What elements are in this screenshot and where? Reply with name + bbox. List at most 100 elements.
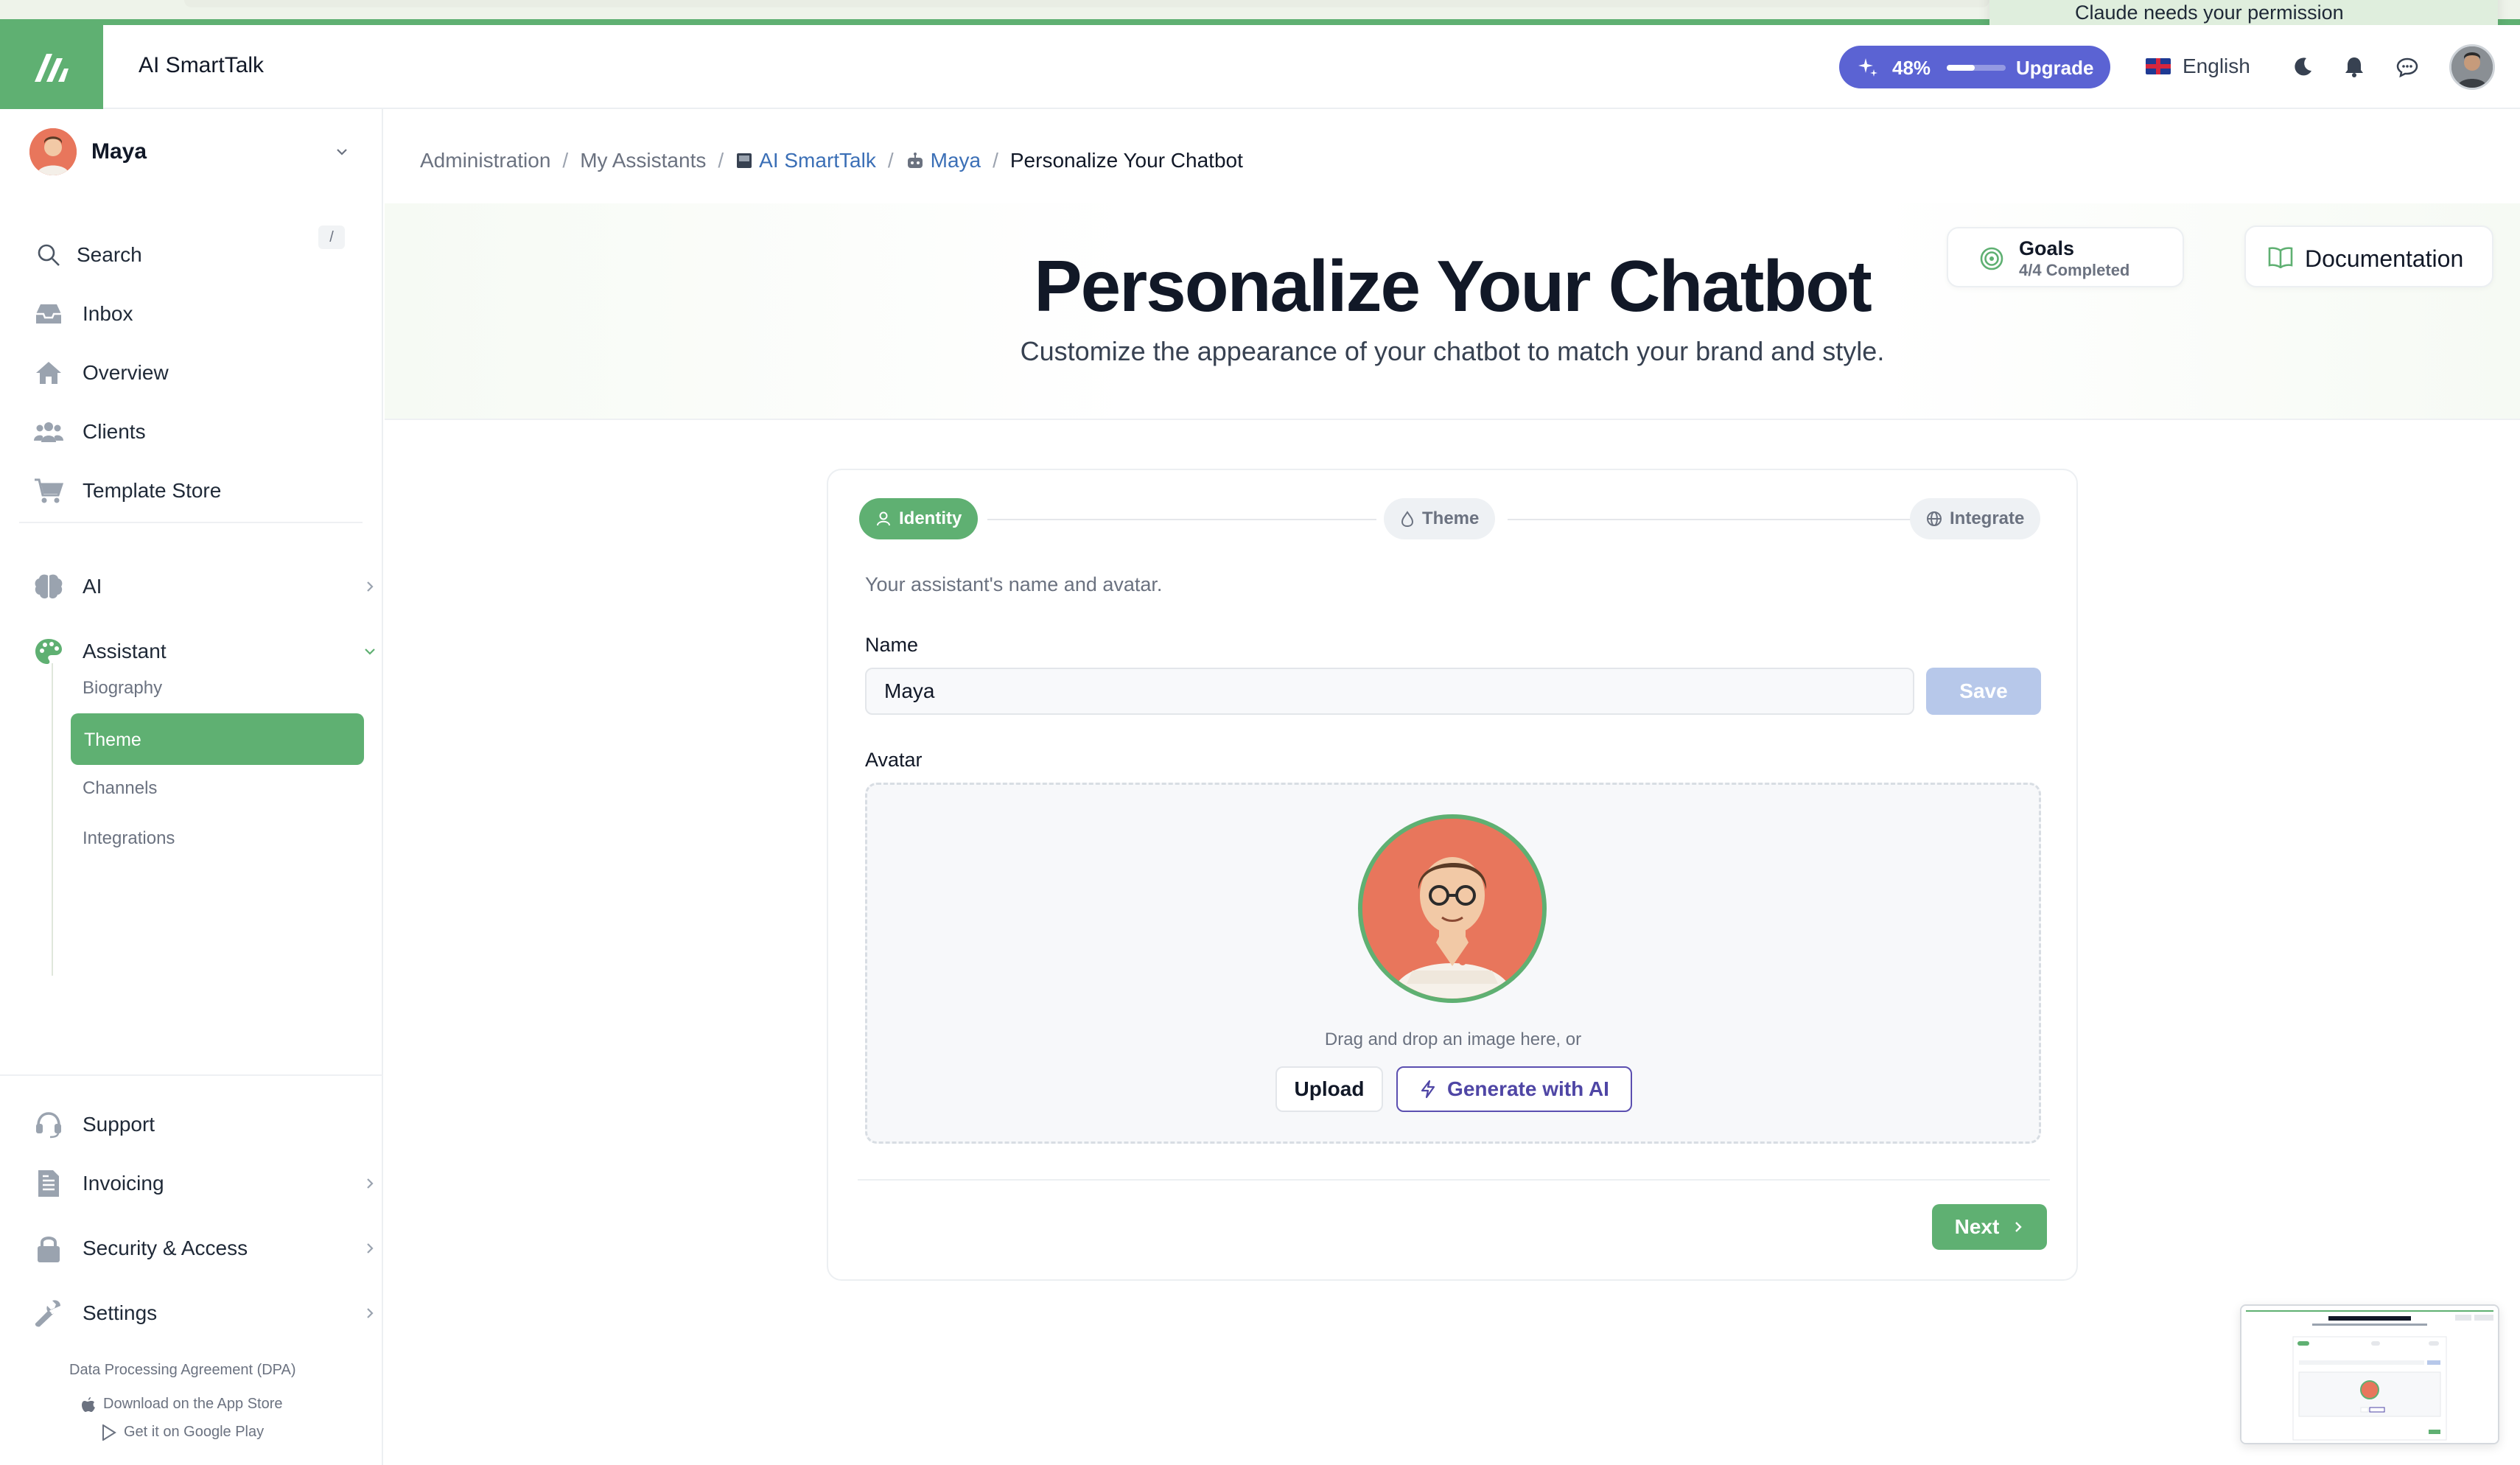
droplet-icon bbox=[1401, 511, 1414, 527]
upgrade-label: Upgrade bbox=[2016, 57, 2094, 79]
search-label: Search bbox=[77, 243, 142, 266]
generate-with-ai-button[interactable]: Generate with AI bbox=[1396, 1066, 1632, 1112]
sidebar: Maya Search / Inbox Overview Clients Tem… bbox=[0, 109, 383, 1465]
usage-progress-bar bbox=[1947, 65, 2006, 71]
sidebar-divider bbox=[0, 1074, 383, 1076]
page-hero: Personalize Your Chatbot Customize the a… bbox=[385, 203, 2520, 420]
submenu-line bbox=[52, 663, 53, 976]
assistant-switcher[interactable]: Maya bbox=[29, 128, 354, 175]
avatar-dropzone[interactable]: Drag and drop an image here, or Upload G… bbox=[865, 783, 2041, 1144]
avatar-preview bbox=[1358, 814, 1547, 1003]
avatar-image bbox=[2451, 46, 2493, 88]
sidebar-item-security[interactable]: Security & Access bbox=[34, 1231, 374, 1266]
sidebar-item-label: Settings bbox=[83, 1301, 158, 1324]
sidebar-item-inbox[interactable]: Inbox bbox=[34, 296, 133, 332]
sidebar-item-label: Support bbox=[83, 1113, 155, 1136]
chevron-right-icon bbox=[367, 1178, 374, 1189]
generate-label: Generate with AI bbox=[1447, 1077, 1609, 1100]
sidebar-item-clients[interactable]: Clients bbox=[34, 414, 146, 450]
name-label: Name bbox=[865, 634, 919, 656]
sidebar-subitem-integrations[interactable]: Integrations bbox=[83, 828, 175, 849]
globe-icon bbox=[1927, 511, 1942, 526]
google-play-link[interactable]: Get it on Google Play bbox=[102, 1424, 264, 1441]
next-button[interactable]: Next bbox=[1932, 1204, 2047, 1250]
card-divider bbox=[858, 1179, 2050, 1181]
sidebar-divider bbox=[19, 522, 363, 523]
sidebar-item-assistant[interactable]: Assistant bbox=[34, 634, 375, 669]
goals-status: 4/4 Completed bbox=[2019, 261, 2130, 279]
cart-icon bbox=[34, 476, 63, 506]
breadcrumb-my-assistants[interactable]: My Assistants bbox=[580, 149, 706, 172]
lightning-icon bbox=[1421, 1080, 1435, 1099]
dpa-link[interactable]: Data Processing Agreement (DPA) bbox=[69, 1362, 296, 1379]
sidebar-item-invoicing[interactable]: Invoicing bbox=[34, 1166, 374, 1201]
robot-icon bbox=[907, 153, 923, 168]
sidebar-subitem-theme[interactable]: Theme bbox=[71, 713, 364, 765]
breadcrumb-separator: / bbox=[562, 149, 569, 172]
breadcrumb-separator: / bbox=[887, 149, 894, 172]
usage-progress-fill bbox=[1947, 65, 1975, 71]
chevron-right-icon bbox=[2015, 1222, 2023, 1232]
breadcrumb-separator: / bbox=[718, 149, 724, 172]
app-thumbnail-icon bbox=[737, 153, 752, 168]
sidebar-item-label: Assistant bbox=[83, 640, 167, 662]
sidebar-item-ai[interactable]: AI bbox=[34, 569, 374, 604]
sidebar-item-label: Security & Access bbox=[83, 1237, 248, 1259]
preview-image bbox=[2241, 1306, 2498, 1443]
step-theme[interactable]: Theme bbox=[1384, 498, 1496, 539]
sidebar-subitem-label: Theme bbox=[84, 730, 141, 750]
step-identity[interactable]: Identity bbox=[859, 498, 979, 539]
chevron-right-icon bbox=[367, 1243, 374, 1254]
bell-icon[interactable] bbox=[2342, 55, 2367, 80]
documentation-button[interactable]: Documentation bbox=[2244, 225, 2493, 287]
breadcrumb-app[interactable]: AI SmartTalk bbox=[735, 149, 876, 172]
app-store-label: Download on the App Store bbox=[103, 1396, 283, 1412]
sidebar-item-label: Template Store bbox=[83, 479, 222, 502]
apple-icon bbox=[82, 1396, 95, 1412]
user-icon bbox=[877, 511, 890, 526]
goals-label: Goals bbox=[2019, 237, 2075, 259]
page-title: Personalize Your Chatbot bbox=[1034, 245, 1872, 326]
save-button[interactable]: Save bbox=[1926, 668, 2041, 715]
invoice-icon bbox=[34, 1169, 63, 1198]
chat-icon[interactable] bbox=[2395, 55, 2420, 80]
page-preview-thumbnail[interactable] bbox=[2240, 1304, 2499, 1444]
page-subtitle: Customize the appearance of your chatbot… bbox=[1020, 336, 1885, 366]
upgrade-button[interactable]: 48% Upgrade bbox=[1839, 46, 2110, 88]
sidebar-item-label: Inbox bbox=[83, 302, 133, 325]
brain-icon bbox=[34, 572, 63, 601]
app-logo[interactable] bbox=[0, 25, 103, 109]
sidebar-item-settings[interactable]: Settings bbox=[34, 1296, 374, 1331]
chevron-right-icon bbox=[367, 581, 374, 592]
avatar-image bbox=[1362, 819, 1542, 999]
user-avatar[interactable] bbox=[2449, 44, 2495, 90]
breadcrumb-assistant[interactable]: Maya bbox=[906, 149, 981, 172]
sidebar-subitem-channels[interactable]: Channels bbox=[83, 778, 157, 799]
users-icon bbox=[34, 417, 63, 447]
documentation-label: Documentation bbox=[2305, 245, 2464, 272]
google-play-icon bbox=[102, 1424, 116, 1441]
app-store-link[interactable]: Download on the App Store bbox=[81, 1396, 283, 1413]
moon-icon[interactable] bbox=[2290, 55, 2315, 80]
permission-toast-text: Claude needs your permission bbox=[2075, 1, 2344, 24]
sidebar-item-support[interactable]: Support bbox=[34, 1107, 155, 1142]
next-label: Next bbox=[1954, 1215, 2000, 1238]
upload-button[interactable]: Upload bbox=[1275, 1066, 1383, 1112]
home-icon bbox=[34, 358, 63, 388]
sidebar-item-label: Clients bbox=[83, 420, 146, 443]
avatar-label: Avatar bbox=[865, 749, 923, 771]
wizard-card: Identity Theme Integrate Your assistant'… bbox=[827, 469, 2078, 1281]
sidebar-item-label: AI bbox=[83, 575, 102, 598]
breadcrumb-administration[interactable]: Administration bbox=[420, 149, 550, 172]
step-label: Identity bbox=[899, 508, 962, 528]
language-selector[interactable]: English bbox=[2146, 55, 2250, 78]
sidebar-subitem-biography[interactable]: Biography bbox=[83, 678, 162, 699]
headset-icon bbox=[34, 1110, 63, 1139]
goals-button[interactable]: Goals 4/4 Completed bbox=[1947, 227, 2184, 287]
step-integrate[interactable]: Integrate bbox=[1910, 498, 2041, 539]
sidebar-search[interactable]: Search bbox=[34, 237, 142, 273]
step-description: Your assistant's name and avatar. bbox=[865, 573, 1163, 595]
sidebar-item-overview[interactable]: Overview bbox=[34, 355, 169, 391]
assistant-name-input[interactable] bbox=[865, 668, 1914, 715]
sidebar-item-template-store[interactable]: Template Store bbox=[34, 473, 221, 508]
